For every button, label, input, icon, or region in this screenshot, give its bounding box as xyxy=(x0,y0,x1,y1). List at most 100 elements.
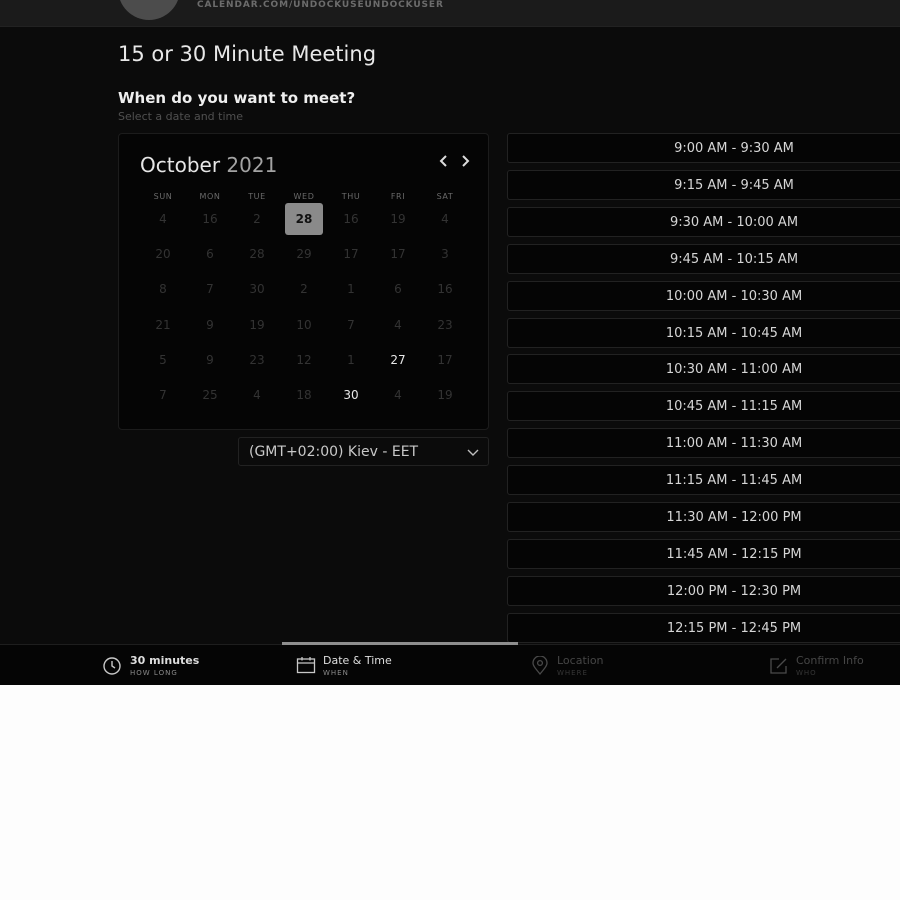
time-slot-label: 9:30 AM - 10:00 AM xyxy=(669,214,799,230)
calendar-day: 6 xyxy=(394,282,402,297)
calendar-day: 16 xyxy=(437,282,453,297)
calendar-day: 1 xyxy=(347,352,355,367)
time-slot-button[interactable]: 11:45 AM - 12:15 PM xyxy=(507,538,900,569)
time-slot-label: 11:00 AM - 11:30 AM xyxy=(665,436,803,452)
calendar-day: 30 xyxy=(249,282,265,297)
calendar-day: 17 xyxy=(390,247,406,262)
calendar-day: 9 xyxy=(206,317,214,332)
step-date-time-title: Date & Time xyxy=(323,654,392,667)
location-pin-icon xyxy=(532,656,548,676)
calendar-day: 7 xyxy=(206,282,214,297)
time-slot-button[interactable]: 12:00 PM - 12:30 PM xyxy=(507,575,900,606)
calendar-year: 2021 xyxy=(226,153,278,177)
step-duration-subtitle: HOW LONG xyxy=(130,669,178,677)
calendar-day: 7 xyxy=(347,317,355,332)
calendar-icon xyxy=(296,657,316,674)
time-slot-button[interactable]: 9:15 AM - 9:45 AM xyxy=(507,169,900,200)
calendar-day-selected[interactable]: 28 xyxy=(285,203,323,235)
time-slot-label: 9:15 AM - 9:45 AM xyxy=(674,177,794,193)
weekday-label: WED xyxy=(293,192,315,201)
calendar-day: 9 xyxy=(206,352,214,367)
time-slot-label: 10:30 AM - 11:00 AM xyxy=(665,362,803,378)
calendar-day: 19 xyxy=(249,317,265,332)
chevron-down-icon xyxy=(467,449,479,456)
step-date-time-subtitle: WHEN xyxy=(323,669,349,677)
step-duration-title: 30 minutes xyxy=(130,654,200,667)
weekday-label: MON xyxy=(199,192,221,201)
calendar-day: 2 xyxy=(253,212,261,226)
calendar-day: 4 xyxy=(394,388,402,402)
calendar-day: 19 xyxy=(390,212,406,226)
calendar-day: 28 xyxy=(249,247,265,262)
avatar xyxy=(118,0,180,20)
calendar-day: 4 xyxy=(394,317,402,332)
calendar-day: 17 xyxy=(437,352,453,367)
scheduling-app: CALENDAR.COM/UNDOCKUSEUNDOCKUSER 15 or 3… xyxy=(0,0,900,685)
time-slot-button[interactable]: 12:15 PM - 12:45 PM xyxy=(507,612,900,643)
timezone-label: (GMT+02:00) Kiev - EET xyxy=(249,444,419,460)
time-slot-button[interactable]: 9:45 AM - 10:15 AM xyxy=(507,243,900,274)
calendar-month-year: October 2021 xyxy=(140,153,277,177)
time-slot-label: 12:00 PM - 12:30 PM xyxy=(666,583,802,599)
time-slot-label: 10:15 AM - 10:45 AM xyxy=(665,325,803,341)
step-location-title: Location xyxy=(557,654,604,667)
calendar-day: 10 xyxy=(296,317,312,332)
calendar-day: 5 xyxy=(159,352,167,367)
calendar: October 2021 SUN MON TUE WED THU FRI SAT 4 16 2 28… xyxy=(118,133,489,430)
calendar-day: 25 xyxy=(202,388,218,402)
previous-month-button[interactable] xyxy=(439,154,449,172)
calendar-day: 23 xyxy=(249,352,265,367)
time-slot-label: 11:15 AM - 11:45 AM xyxy=(665,473,803,489)
time-slot-button[interactable]: 10:30 AM - 11:00 AM xyxy=(507,354,900,385)
calendar-day: 29 xyxy=(296,247,312,262)
booking-steps: 30 minutes HOW LONG Date & Time WHEN Loc… xyxy=(0,642,900,685)
calendar-day: 12 xyxy=(296,352,312,367)
calendar-day: 23 xyxy=(437,317,453,332)
calendar-day: 2 xyxy=(300,282,308,297)
calendar-day: 19 xyxy=(437,388,453,402)
weekday-label: TUE xyxy=(248,192,266,201)
host-url[interactable]: CALENDAR.COM/UNDOCKUSEUNDOCKUSER xyxy=(197,0,444,10)
calendar-day: 4 xyxy=(441,212,449,226)
calendar-day: 7 xyxy=(159,388,167,402)
time-slot-label: 9:45 AM - 10:15 AM xyxy=(669,251,799,267)
clock-icon xyxy=(103,657,121,675)
time-slot-button[interactable]: 11:30 AM - 12:00 PM xyxy=(507,502,900,532)
time-slot-button[interactable]: 10:15 AM - 10:45 AM xyxy=(507,317,900,348)
time-slot-label: 11:30 AM - 12:00 PM xyxy=(666,510,802,525)
time-slot-button[interactable]: 11:00 AM - 11:30 AM xyxy=(507,428,900,459)
calendar-day: 6 xyxy=(206,247,214,262)
calendar-day: 18 xyxy=(296,388,312,402)
step-confirm-info[interactable]: Confirm Info WHO xyxy=(769,645,900,685)
step-location[interactable]: Location WHERE xyxy=(531,645,681,685)
calendar-day-available[interactable]: 30 xyxy=(332,379,370,411)
calendar-day: 4 xyxy=(253,388,261,402)
chevron-right-icon xyxy=(462,155,470,167)
calendar-day: 16 xyxy=(343,212,359,226)
step-date-time[interactable]: Date & Time WHEN xyxy=(296,645,496,685)
page-title: 15 or 30 Minute Meeting xyxy=(118,42,377,66)
calendar-day: 8 xyxy=(159,282,167,297)
edit-icon xyxy=(770,658,787,674)
time-slot-label: 9:00 AM - 9:30 AM xyxy=(674,141,794,156)
time-slot-button[interactable]: 10:45 AM - 11:15 AM xyxy=(507,391,900,422)
profile-header: CALENDAR.COM/UNDOCKUSEUNDOCKUSER xyxy=(0,0,900,27)
time-slot-button[interactable]: 9:00 AM - 9:30 AM xyxy=(507,133,900,163)
calendar-day: 1 xyxy=(347,282,355,297)
calendar-day-available[interactable]: 27 xyxy=(379,344,417,376)
step-duration[interactable]: 30 minutes HOW LONG xyxy=(100,645,270,685)
weekday-label: THU xyxy=(341,192,361,201)
next-month-button[interactable] xyxy=(460,154,470,172)
step-confirm-info-title: Confirm Info xyxy=(796,654,864,667)
time-slot-label: 10:00 AM - 10:30 AM xyxy=(665,288,803,304)
weekday-label: FRI xyxy=(390,192,406,201)
time-slot-button[interactable]: 10:00 AM - 10:30 AM xyxy=(507,280,900,311)
weekday-label: SAT xyxy=(436,192,454,201)
time-slot-label: 10:45 AM - 11:15 AM xyxy=(665,399,803,415)
calendar-day: 21 xyxy=(155,317,171,332)
timezone-select[interactable]: (GMT+02:00) Kiev - EET xyxy=(238,437,489,466)
step-location-subtitle: WHERE xyxy=(557,669,588,677)
time-slot-button[interactable]: 11:15 AM - 11:45 AM xyxy=(507,465,900,496)
time-slot-label: 11:45 AM - 12:15 PM xyxy=(666,546,802,562)
time-slot-button[interactable]: 9:30 AM - 10:00 AM xyxy=(507,206,900,237)
